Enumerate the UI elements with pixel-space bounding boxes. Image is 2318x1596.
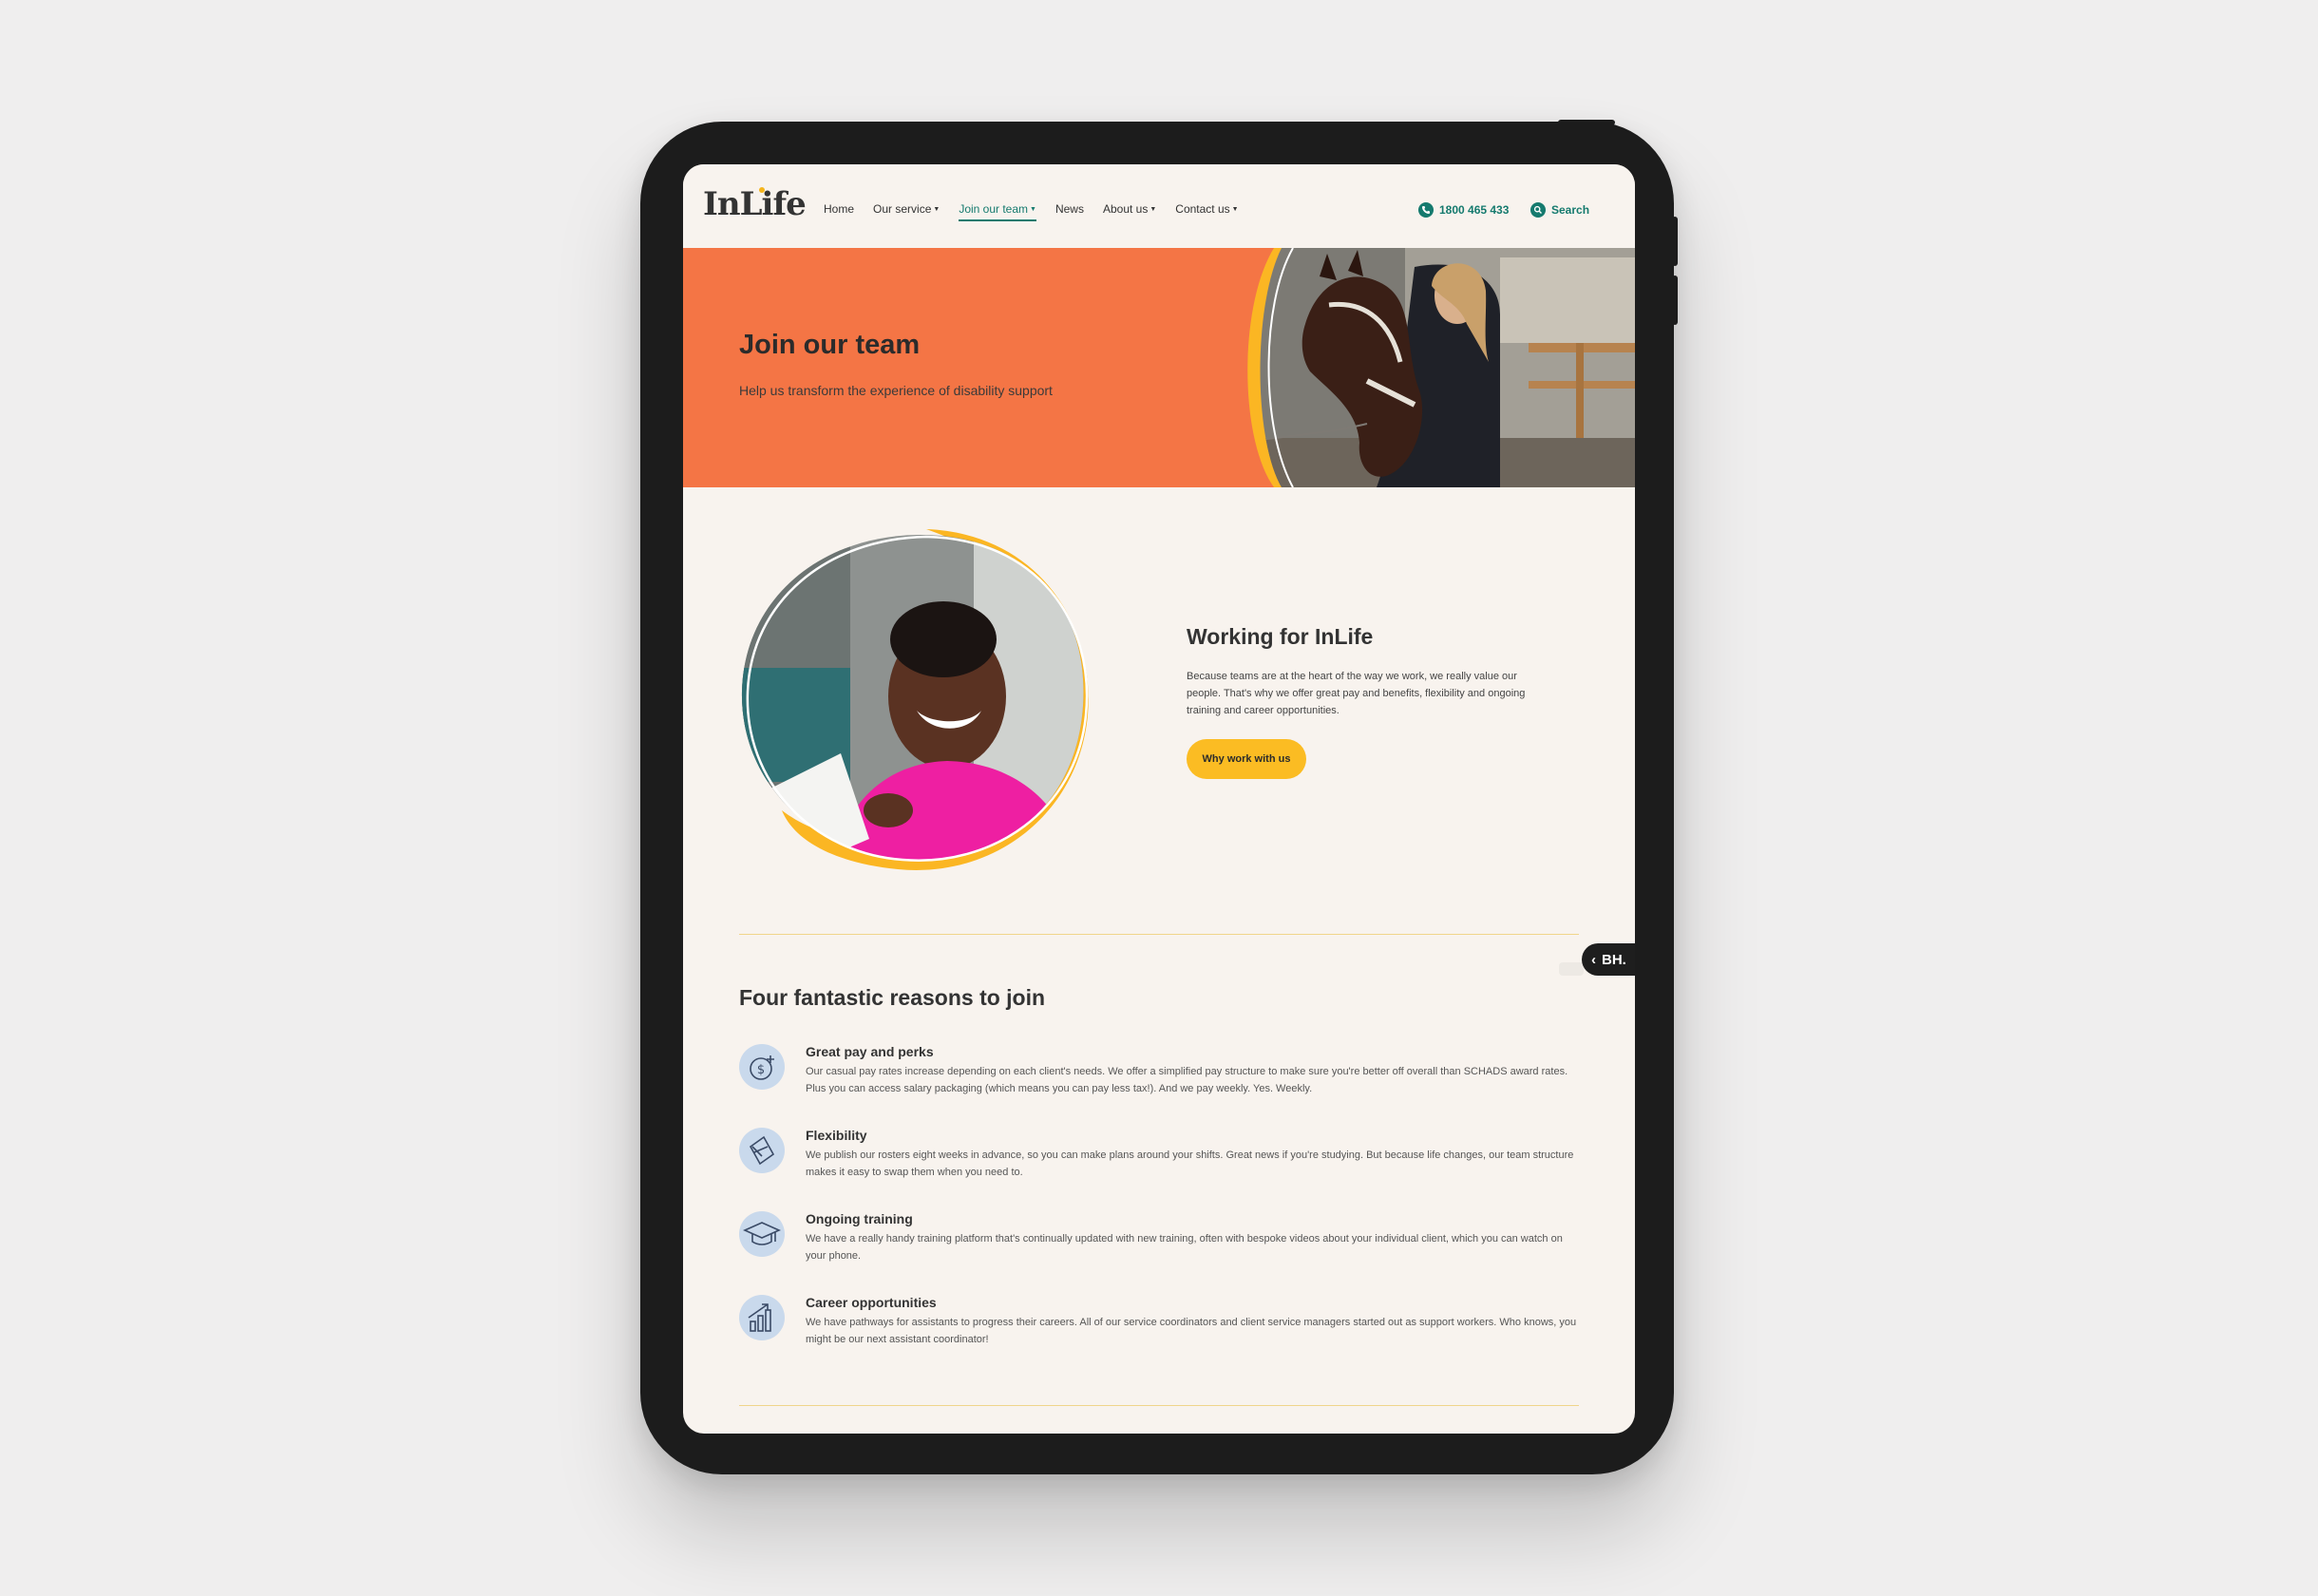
nav-join-our-team[interactable]: Join our team ▼ bbox=[959, 202, 1036, 221]
reason-title: Career opportunities bbox=[806, 1295, 937, 1310]
why-work-with-us-button[interactable]: Why work with us bbox=[1187, 739, 1306, 779]
hero-banner: Join our team Help us transform the expe… bbox=[683, 248, 1635, 487]
caret-down-icon: ▼ bbox=[1030, 206, 1036, 214]
search-icon bbox=[1530, 202, 1546, 218]
hero-image-horse-and-worker bbox=[1247, 248, 1635, 487]
caret-down-icon: ▼ bbox=[1150, 206, 1157, 214]
reasons-title: Four fantastic reasons to join bbox=[739, 985, 1046, 1010]
bh-label: BH. bbox=[1602, 951, 1626, 968]
bh-side-tab[interactable]: ‹ BH. bbox=[1582, 943, 1635, 976]
caret-down-icon: ▼ bbox=[933, 206, 940, 214]
reason-text: We publish our rosters eight weeks in ad… bbox=[806, 1150, 1574, 1178]
site-header: InLife Home Our service ▼ Join our team ▼ … bbox=[683, 164, 1635, 248]
money-icon: $ bbox=[739, 1044, 785, 1090]
reason-text: We have a really handy training platform… bbox=[806, 1233, 1563, 1262]
logo-dot-icon bbox=[759, 187, 765, 193]
nav-about-us[interactable]: About us ▼ bbox=[1103, 202, 1156, 216]
reason-title: Flexibility bbox=[806, 1128, 867, 1143]
hero-title: Join our team bbox=[739, 330, 921, 360]
tablet-screen: InLife Home Our service ▼ Join our team ▼ … bbox=[683, 164, 1635, 1434]
nav-news[interactable]: News bbox=[1055, 202, 1084, 216]
working-description: Because teams are at the heart of the wa… bbox=[1187, 671, 1526, 716]
chevron-left-icon: ‹ bbox=[1591, 951, 1596, 968]
portrait-image-smiling-woman bbox=[741, 529, 1089, 870]
working-title: Working for InLife bbox=[1187, 624, 1374, 649]
svg-text:$: $ bbox=[757, 1063, 765, 1077]
nav-home[interactable]: Home bbox=[824, 202, 854, 216]
tablet-power-button bbox=[1558, 120, 1615, 125]
phone-icon bbox=[1418, 202, 1434, 218]
caret-down-icon: ▼ bbox=[1231, 206, 1239, 214]
main-nav: Home Our service ▼ Join our team ▼ News Ab… bbox=[824, 202, 1239, 221]
phone-number: 1800 465 433 bbox=[1439, 203, 1510, 217]
reason-title: Great pay and perks bbox=[806, 1044, 934, 1059]
graduation-cap-icon bbox=[739, 1211, 785, 1257]
tablet-volume-up bbox=[1672, 217, 1678, 266]
hero-subtitle: Help us transform the experience of disa… bbox=[739, 383, 1053, 398]
search-label: Search bbox=[1551, 203, 1590, 217]
inlife-logo[interactable]: InLife bbox=[703, 185, 807, 223]
growth-chart-icon bbox=[739, 1295, 785, 1340]
flexibility-icon bbox=[739, 1128, 785, 1173]
phone-link[interactable]: 1800 465 433 bbox=[1418, 202, 1509, 218]
reason-title: Ongoing training bbox=[806, 1211, 913, 1226]
tablet-volume-down bbox=[1672, 276, 1678, 325]
nav-contact-us[interactable]: Contact us ▼ bbox=[1175, 202, 1238, 216]
section-divider bbox=[739, 1405, 1579, 1406]
reason-text: Our casual pay rates increase depending … bbox=[806, 1066, 1568, 1094]
nav-our-service[interactable]: Our service ▼ bbox=[873, 202, 940, 216]
reason-text: We have pathways for assistants to progr… bbox=[806, 1317, 1577, 1345]
side-tab-shadow bbox=[1559, 962, 1584, 976]
search-link[interactable]: Search bbox=[1530, 202, 1589, 218]
section-divider bbox=[739, 934, 1579, 935]
